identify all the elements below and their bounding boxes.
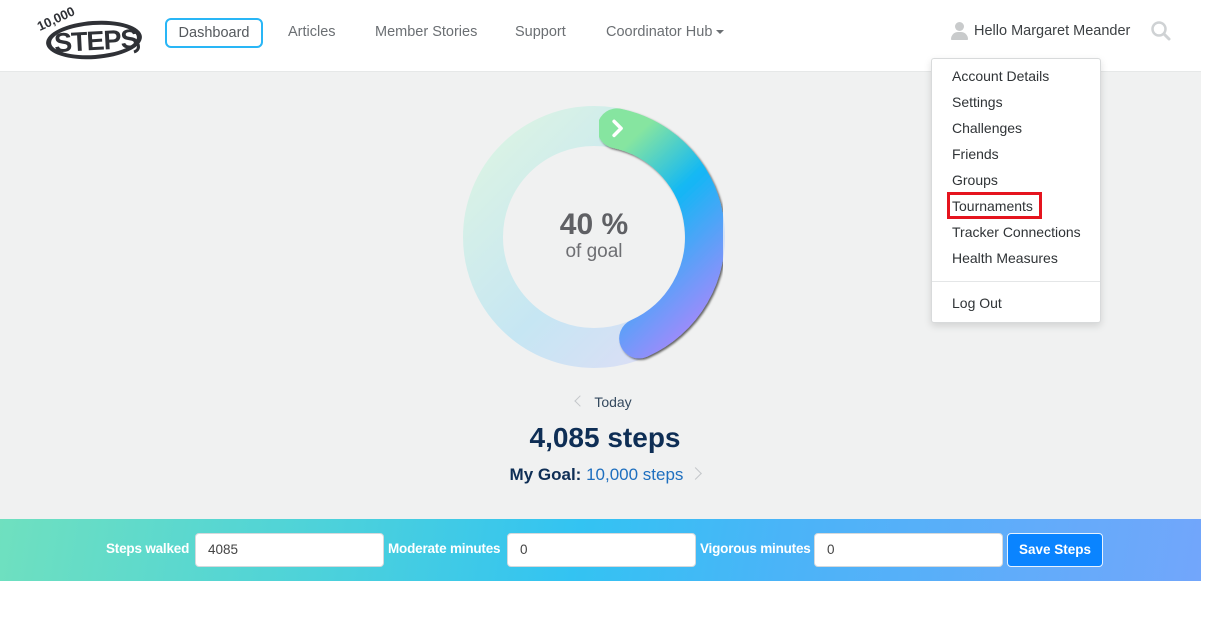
steps-count: 4,085 steps <box>529 422 681 453</box>
user-menu-toggle[interactable]: Hello Margaret Meander <box>950 20 1130 42</box>
goal-label: My Goal: <box>509 465 582 484</box>
menu-item-challenges[interactable]: Challenges <box>952 117 1022 139</box>
user-dropdown-menu: Account Details Settings Challenges Frie… <box>931 58 1101 323</box>
save-steps-button[interactable]: Save Steps <box>1007 533 1103 567</box>
search-icon[interactable] <box>1150 20 1172 42</box>
progress-percent: 40 % <box>559 208 629 241</box>
progress-sub-label: of goal <box>565 241 623 262</box>
svg-text:STEPS: STEPS <box>53 24 138 58</box>
menu-item-groups[interactable]: Groups <box>952 169 998 191</box>
menu-item-friends[interactable]: Friends <box>952 143 999 165</box>
nav-dashboard[interactable]: Dashboard <box>165 18 263 48</box>
tournaments-highlight-box <box>947 192 1042 219</box>
menu-item-health-measures[interactable]: Health Measures <box>952 247 1058 269</box>
caret-down-icon <box>716 30 725 35</box>
nav-member-stories[interactable]: Member Stories <box>375 21 477 43</box>
goal-value-link[interactable]: 10,000 steps <box>586 465 683 484</box>
menu-item-account-details[interactable]: Account Details <box>952 65 1049 87</box>
goal-row: My Goal: 10,000 steps <box>455 465 755 485</box>
day-selector: Today <box>494 394 714 410</box>
moderate-minutes-input[interactable]: 0 <box>507 533 696 567</box>
nav-support[interactable]: Support <box>515 21 566 43</box>
steps-walked-input[interactable]: 4085 <box>195 533 384 567</box>
nav-coordinator-hub-label: Coordinator Hub <box>606 24 713 40</box>
vigorous-minutes-input[interactable]: 0 <box>814 533 1003 567</box>
menu-item-tracker-connections[interactable]: Tracker Connections <box>952 221 1081 243</box>
logo-10000-steps[interactable]: STEPS 10,000 <box>34 4 146 62</box>
day-label: Today <box>594 394 632 410</box>
user-greeting: Hello Margaret Meander <box>974 23 1131 39</box>
next-day-icon[interactable] <box>689 467 703 480</box>
menu-divider <box>932 281 1100 282</box>
user-icon <box>950 21 968 41</box>
nav-coordinator-hub[interactable]: Coordinator Hub <box>606 21 725 43</box>
nav-articles[interactable]: Articles <box>288 21 336 43</box>
steps-entry-bar: Steps walked 4085 Moderate minutes 0 Vig… <box>0 519 1201 581</box>
steps-walked-label: Steps walked <box>106 541 190 556</box>
menu-item-log-out[interactable]: Log Out <box>952 292 1002 314</box>
previous-day-icon[interactable] <box>574 395 586 407</box>
menu-item-settings[interactable]: Settings <box>952 91 1003 113</box>
vigorous-minutes-label: Vigorous minutes <box>700 541 811 556</box>
moderate-minutes-label: Moderate minutes <box>388 541 501 556</box>
